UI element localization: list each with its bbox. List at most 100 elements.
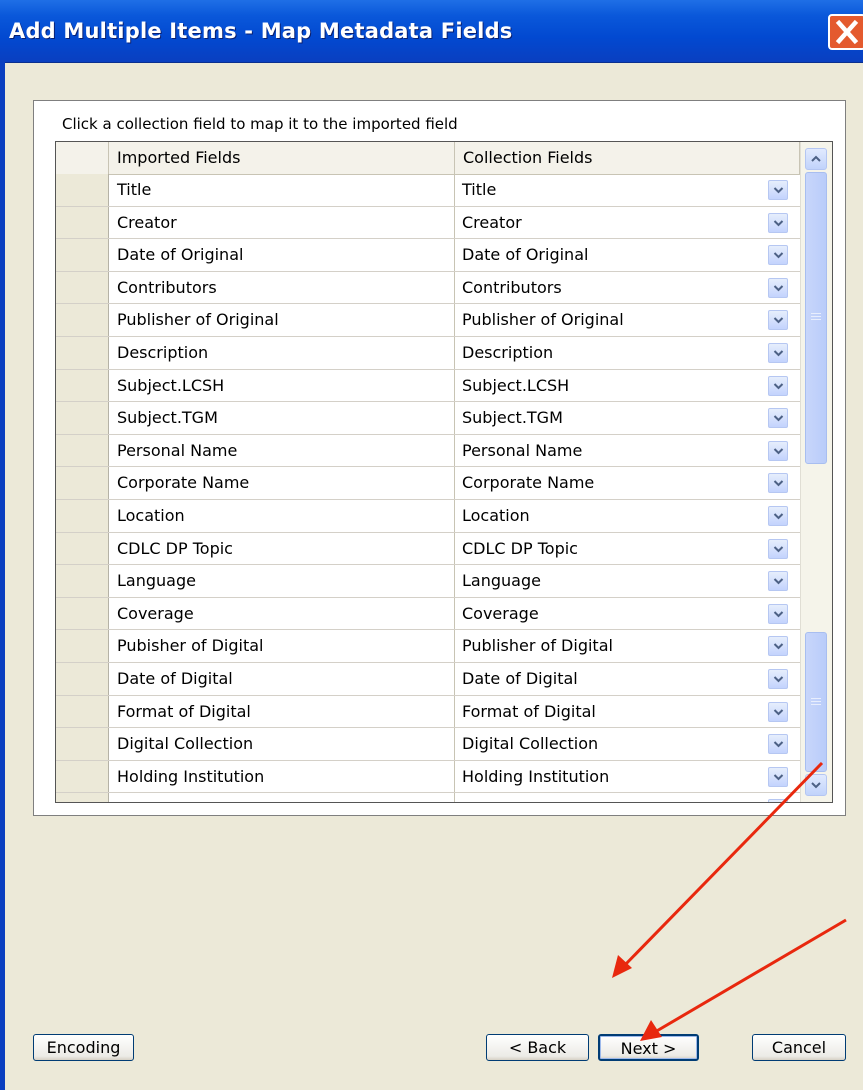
collection-field-dropdown[interactable]: Creator [455, 207, 800, 239]
chevron-down-icon [773, 480, 784, 487]
scrollbar-thumb[interactable] [805, 172, 827, 464]
dropdown-button[interactable] [768, 538, 788, 559]
dropdown-button[interactable] [768, 277, 788, 298]
collection-field-dropdown[interactable]: Contributors [455, 272, 800, 304]
row-header[interactable] [56, 239, 109, 271]
table-row: Location Location [56, 499, 800, 533]
row-header[interactable] [56, 565, 109, 597]
collection-field-dropdown[interactable]: Date of Original [455, 239, 800, 271]
collection-field-dropdown[interactable]: Digital Collection [455, 728, 800, 760]
imported-field-cell: Description [109, 336, 455, 369]
close-icon [835, 19, 859, 45]
row-header-corner [56, 142, 109, 174]
collection-field-dropdown[interactable]: Corporate Name [455, 467, 800, 499]
row-header[interactable] [56, 728, 109, 760]
collection-field-dropdown[interactable]: Date of Digital [455, 663, 800, 695]
dropdown-button[interactable] [768, 342, 788, 363]
row-header[interactable] [56, 597, 109, 630]
collection-field-dropdown[interactable]: Publisher of Original [455, 304, 800, 336]
imported-field-cell: Creator [109, 206, 455, 239]
dropdown-button[interactable] [768, 636, 788, 657]
row-header[interactable] [56, 174, 109, 206]
dropdown-button[interactable] [768, 571, 788, 592]
encoding-button[interactable]: Encoding [33, 1034, 134, 1061]
dropdown-button[interactable] [768, 375, 788, 396]
row-header[interactable] [56, 304, 109, 336]
dropdown-button[interactable] [768, 701, 788, 722]
dropdown-button[interactable] [768, 180, 788, 200]
scrollbar-thumb-lower[interactable] [805, 632, 827, 772]
row-header[interactable] [56, 336, 109, 369]
chevron-down-icon [773, 676, 784, 683]
row-header[interactable] [56, 695, 109, 728]
scroll-down-button[interactable] [805, 774, 827, 796]
dropdown-button[interactable] [768, 473, 788, 494]
row-header[interactable] [56, 630, 109, 662]
table-row: Subject.TGM Subject.TGM [56, 402, 800, 435]
dropdown-button[interactable] [768, 734, 788, 755]
dropdown-button[interactable] [768, 310, 788, 331]
table-row: Pubisher of Digital Publisher of Digital [56, 630, 800, 663]
dropdown-button[interactable] [768, 245, 788, 266]
field-mapping-grid: Imported Fields Collection Fields Title T… [55, 141, 833, 803]
imported-field-cell: Subject.TGM [109, 402, 455, 434]
collection-field-dropdown[interactable]: Description [455, 337, 800, 369]
row-header[interactable] [56, 760, 109, 793]
dropdown-button[interactable] [768, 799, 788, 802]
dropdown-button[interactable] [768, 212, 788, 233]
table-row: Publisher of Original Publisher of Origin… [56, 304, 800, 337]
collection-field-dropdown[interactable]: Coverage [455, 598, 800, 630]
table-row: Subject.LCSH Subject.LCSH [56, 369, 800, 403]
dropdown-button[interactable] [768, 603, 788, 624]
window-title: Add Multiple Items - Map Metadata Fields [9, 19, 513, 43]
collection-field-dropdown[interactable]: CDLC DP Topic [455, 533, 800, 565]
table-row: Language Language [56, 565, 800, 598]
collection-field-dropdown[interactable]: Holding Institution [455, 761, 800, 793]
row-header[interactable] [56, 532, 109, 565]
scroll-up-button[interactable] [805, 148, 827, 170]
collection-field-dropdown[interactable]: Publisher of Digital [455, 630, 800, 662]
vertical-scrollbar[interactable] [800, 142, 832, 802]
window-frame-left [0, 62, 5, 1090]
dropdown-button[interactable] [768, 668, 788, 689]
row-header[interactable] [56, 499, 109, 532]
next-button[interactable]: Next > [598, 1034, 699, 1061]
imported-field-cell: CDLC DP Topic [109, 532, 455, 565]
collection-field-dropdown[interactable]: Personal Name [455, 435, 800, 467]
row-header[interactable] [56, 206, 109, 239]
back-button[interactable]: < Back [486, 1034, 589, 1061]
collection-field-dropdown[interactable]: Format of Digital [455, 696, 800, 728]
imported-field-cell: Subject.LCSH [109, 369, 455, 402]
chevron-down-icon [773, 643, 784, 650]
table-row: Description Description [56, 336, 800, 370]
dropdown-button[interactable] [768, 440, 788, 461]
row-header[interactable] [56, 662, 109, 695]
collection-fields-header: Collection Fields [455, 142, 800, 174]
collection-field-dropdown[interactable]: Location [455, 500, 800, 532]
collection-field-dropdown[interactable]: Title [455, 174, 800, 206]
table-row: Creator Creator [56, 206, 800, 240]
row-header[interactable] [56, 467, 109, 499]
row-header[interactable] [56, 369, 109, 402]
table-row: Corporate Name Corporate Name [56, 467, 800, 500]
row-header[interactable] [56, 793, 109, 802]
row-header[interactable] [56, 402, 109, 434]
imported-field-cell: Holding Institution [109, 760, 455, 793]
collection-field-dropdown[interactable]: Subject.TGM [455, 402, 800, 434]
chevron-down-icon [773, 578, 784, 585]
cancel-button[interactable]: Cancel [752, 1034, 846, 1061]
chevron-down-icon [773, 187, 784, 194]
collection-field-dropdown[interactable]: Language [455, 565, 800, 597]
table-row: Personal Name Personal Name [56, 434, 800, 468]
chevron-down-icon [811, 782, 821, 789]
chevron-down-icon [773, 382, 784, 389]
close-button[interactable] [828, 14, 863, 50]
dropdown-button[interactable] [768, 408, 788, 429]
row-header[interactable] [56, 271, 109, 304]
table-row: CDLC DP Topic CDLC DP Topic [56, 532, 800, 566]
collection-field-dropdown[interactable]: Contact Information [455, 793, 800, 802]
row-header[interactable] [56, 434, 109, 467]
dropdown-button[interactable] [768, 766, 788, 787]
dropdown-button[interactable] [768, 505, 788, 526]
collection-field-dropdown[interactable]: Subject.LCSH [455, 370, 800, 402]
